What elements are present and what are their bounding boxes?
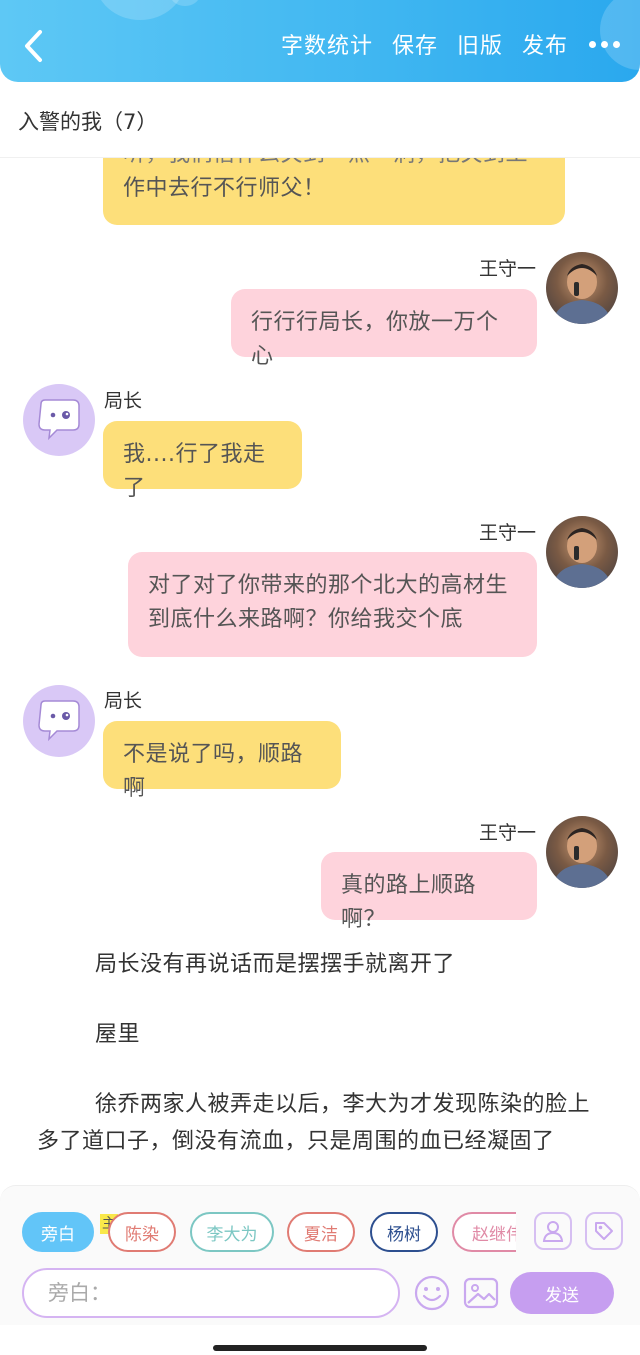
character-chip-chenran[interactable]: 陈染: [108, 1212, 176, 1252]
message-input[interactable]: 旁白：: [22, 1268, 400, 1318]
speaker-name: 局长: [104, 390, 143, 412]
character-manage-icon[interactable]: [534, 1212, 572, 1250]
narration-text[interactable]: 局长没有再说话而是摆摆手就离开了: [95, 947, 455, 983]
avatar[interactable]: [546, 252, 618, 324]
person-photo-icon: [552, 828, 612, 888]
avatar[interactable]: [546, 816, 618, 888]
save-button[interactable]: 保存: [392, 28, 438, 60]
document-title[interactable]: 入警的我（7）: [18, 106, 157, 136]
message-bubble[interactable]: 不是说了吗，顺路啊: [103, 721, 341, 801]
message-bubble[interactable]: 对了对了你带来的那个北大的高材生 到底什么来路啊？你给我交个底: [128, 552, 537, 657]
narration-text[interactable]: 多了道口子，倒没有流血，只是周围的血已经凝固了: [37, 1124, 555, 1160]
chat-bubble-face-icon: [38, 399, 80, 441]
chat-bubble-face-icon: [38, 700, 80, 742]
character-chip-xiajie[interactable]: 夏洁: [287, 1212, 355, 1252]
decor-circle: [95, 0, 185, 20]
old-version-button[interactable]: 旧版: [457, 28, 503, 60]
word-count-button[interactable]: 字数统计: [281, 28, 373, 60]
document-title-bar: 入警的我（7）: [0, 82, 640, 158]
message-bubble[interactable]: 我....行了我走了: [103, 421, 302, 501]
back-button[interactable]: [18, 26, 48, 66]
message-bubble[interactable]: 行行行局长，你放一万个心: [231, 289, 537, 369]
person-photo-icon: [552, 528, 612, 588]
avatar[interactable]: [23, 384, 95, 456]
home-indicator: [213, 1345, 427, 1351]
speaker-name: 王守一: [478, 522, 536, 544]
message-bubble[interactable]: 真的路上顺路啊？: [321, 852, 537, 932]
character-chip-narrator[interactable]: 旁白: [22, 1212, 94, 1252]
avatar[interactable]: [546, 516, 618, 588]
emoji-icon[interactable]: [413, 1274, 451, 1312]
tag-icon[interactable]: [585, 1212, 623, 1250]
character-chip-lidawei[interactable]: 李大为: [190, 1212, 274, 1252]
message-line: 作中去行不行师父！: [123, 176, 326, 201]
speaker-name: 局长: [104, 690, 143, 712]
narration-text[interactable]: 徐乔两家人被弄走以后，李大为才发现陈染的脸上: [95, 1087, 590, 1123]
avatar[interactable]: [23, 685, 95, 757]
message-line: 听，我们借什么关到一点一洞，把关到工: [123, 158, 545, 172]
publish-button[interactable]: 发布: [522, 28, 568, 60]
message-line: 对了对了你带来的那个北大的高材生: [148, 573, 509, 598]
send-button[interactable]: 发送: [510, 1272, 614, 1314]
speaker-name: 王守一: [478, 258, 536, 280]
chevron-left-icon: [25, 30, 42, 62]
message-bubble[interactable]: 听，我们借什么关到一点一洞，把关到工 作中去行不行师父！: [103, 158, 565, 225]
chat-area[interactable]: 听，我们借什么关到一点一洞，把关到工 作中去行不行师父！ 王守一 行行行局长，你…: [0, 158, 640, 1185]
message-line: 到底什么来路啊？你给我交个底: [148, 607, 464, 632]
character-chip-yangshu[interactable]: 杨树: [370, 1212, 438, 1252]
top-nav-bar: 字数统计 保存 旧版 发布: [0, 0, 640, 82]
more-icon[interactable]: [589, 40, 620, 48]
person-photo-icon: [552, 264, 612, 324]
image-icon[interactable]: [462, 1274, 500, 1312]
character-chip-zhaojiwei[interactable]: 赵继伟: [452, 1212, 516, 1252]
narration-text[interactable]: 屋里: [95, 1017, 140, 1053]
speaker-name: 王守一: [478, 822, 536, 844]
